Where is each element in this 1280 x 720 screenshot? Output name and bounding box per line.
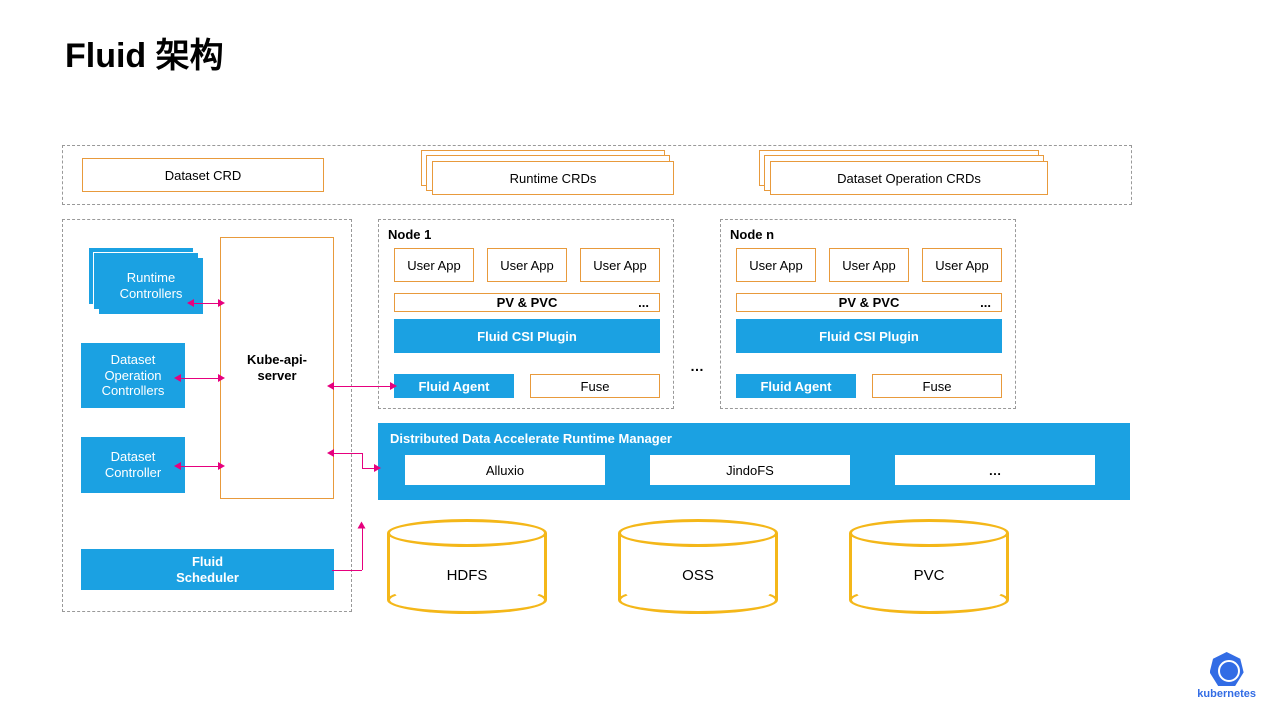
node1-pvpvc: PV & PVC ... [394,293,660,312]
arrow-head [174,374,181,382]
arrow-line [332,386,394,387]
arrow-head [218,374,225,382]
fluid-scheduler-box: Fluid Scheduler [81,549,334,590]
pvpvc-label: PV & PVC [839,295,900,310]
arrow-head [174,462,181,470]
node1-fluid-agent: Fluid Agent [394,374,514,398]
arrow-line [332,570,362,571]
pvpvc-label: PV & PVC [497,295,558,310]
noden-userapp-3: User App [922,248,1002,282]
nodes-ellipsis: … [690,358,704,374]
storage-hdfs: HDFS [387,519,547,614]
noden-fuse: Fuse [872,374,1002,398]
node-n-label: Node n [730,227,774,242]
noden-fluid-agent: Fluid Agent [736,374,856,398]
arrow-head [187,299,194,307]
node1-csi-plugin: Fluid CSI Plugin [394,319,660,353]
arrow-head [218,462,225,470]
page-title: Fluid 架构 [65,28,224,77]
node1-userapp-3: User App [580,248,660,282]
arrow-head [358,522,366,529]
noden-userapp-2: User App [829,248,909,282]
hdfs-label: HDFS [387,567,547,584]
runtime-manager-title: Distributed Data Accelerate Runtime Mana… [390,431,672,446]
storage-oss: OSS [618,519,778,614]
arrow-line [180,378,222,379]
arrow-head [218,299,225,307]
noden-pvpvc: PV & PVC ... [736,293,1002,312]
dataset-crd-box: Dataset CRD [82,158,324,192]
kubernetes-icon [1210,652,1244,686]
pvc-label: PVC [849,567,1009,584]
arrow-line [332,453,362,454]
arrow-head [390,382,397,390]
arrow-line [180,466,222,467]
runtime-crds-box: Runtime CRDs [432,161,674,195]
arrow-line [362,453,363,468]
pvpvc-ellipsis: ... [638,295,649,310]
oss-label: OSS [618,567,778,584]
dataset-op-controllers-box: Dataset Operation Controllers [81,343,185,408]
kubernetes-logo: kubernetes [1197,652,1256,700]
noden-csi-plugin: Fluid CSI Plugin [736,319,1002,353]
kube-api-server-box: Kube-api- server [220,237,334,499]
runtime-jindofs: JindoFS [650,455,850,485]
storage-pvc: PVC [849,519,1009,614]
dataset-op-crds-box: Dataset Operation CRDs [770,161,1048,195]
node1-userapp-2: User App [487,248,567,282]
noden-userapp-1: User App [736,248,816,282]
node1-userapp-1: User App [394,248,474,282]
runtime-alluxio: Alluxio [405,455,605,485]
node1-fuse: Fuse [530,374,660,398]
runtime-more: … [895,455,1095,485]
arrow-head [327,382,334,390]
arrow-head [374,464,381,472]
arrow-line [362,525,363,570]
node-1-label: Node 1 [388,227,431,242]
arrow-head [327,449,334,457]
pvpvc-ellipsis: ... [980,295,991,310]
kubernetes-label: kubernetes [1197,688,1256,700]
dataset-controller-box: Dataset Controller [81,437,185,493]
